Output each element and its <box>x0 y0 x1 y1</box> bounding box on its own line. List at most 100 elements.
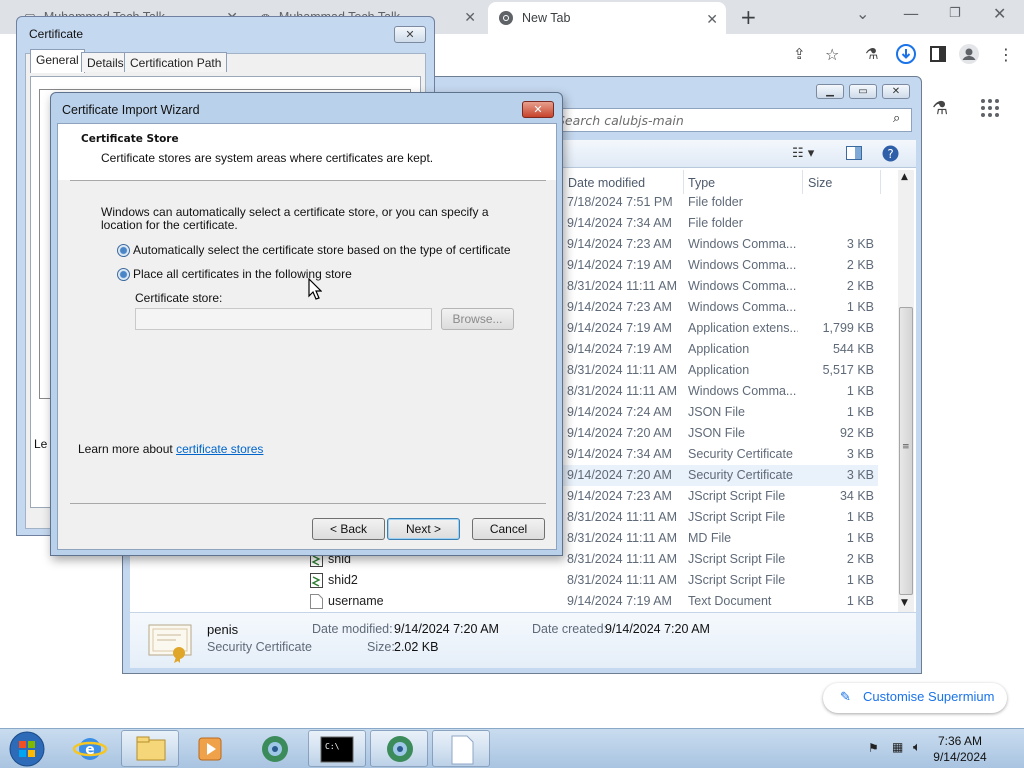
file-size: 1 KB <box>846 510 874 524</box>
profile-avatar-icon[interactable] <box>959 44 979 64</box>
file-size: 3 KB <box>846 447 874 461</box>
scrollbar-thumb[interactable]: ≡ <box>899 307 913 595</box>
minimize-icon[interactable]: — <box>903 4 919 23</box>
file-date: 8/31/2024 11:11 AM <box>567 279 678 293</box>
file-type: JSON File <box>688 405 745 419</box>
file-type: Windows Comma... <box>688 384 797 398</box>
file-type: Security Certificate <box>688 468 793 482</box>
scroll-down-icon[interactable]: ▼ <box>901 598 908 608</box>
browse-button[interactable]: Browse... <box>441 308 514 330</box>
customise-supermium-button[interactable]: ✎ Customise Supermium <box>823 683 1007 713</box>
close-button[interactable]: ✕ <box>394 26 426 43</box>
back-button[interactable]: < Back <box>312 518 385 540</box>
next-button[interactable]: Next > <box>387 518 460 540</box>
vertical-scrollbar[interactable]: ▲ ≡ ▼ <box>898 170 914 612</box>
file-type: JScript Script File <box>688 510 786 524</box>
file-type: JSON File <box>688 426 745 440</box>
file-size: 2 KB <box>846 279 874 293</box>
file-type: Windows Comma... <box>688 258 797 272</box>
tab-close-icon[interactable]: ✕ <box>706 11 718 28</box>
search-icon: ⌕ <box>893 111 901 126</box>
file-type: MD File <box>688 531 732 545</box>
file-size: 3 KB <box>846 237 874 251</box>
file-size: 5,517 KB <box>822 363 874 377</box>
radio-auto-select-label[interactable]: Automatically select the certificate sto… <box>133 243 511 257</box>
file-size: 1,799 KB <box>822 321 874 335</box>
restore-icon[interactable]: ❐ <box>949 6 961 21</box>
file-date: 8/31/2024 11:11 AM <box>567 363 678 377</box>
flag-icon[interactable]: ⚑ <box>868 741 879 755</box>
file-size: 92 KB <box>839 426 874 440</box>
details-pane: penis Security Certificate Date modified… <box>130 612 916 668</box>
table-row[interactable]: username 9/14/2024 7:19 AM Text Document 1 … <box>306 591 878 612</box>
share-icon[interactable]: ⇪ <box>793 45 806 63</box>
maximize-button[interactable]: ▭ <box>849 84 877 99</box>
search-input[interactable]: Search calubjs-main <box>548 108 912 132</box>
document-icon[interactable] <box>432 730 490 767</box>
header-description: Certificate stores are system areas wher… <box>101 151 434 165</box>
lab-flask-icon[interactable]: ⚗ <box>932 98 948 119</box>
file-size: 544 KB <box>832 342 874 356</box>
file-type: File folder <box>688 216 743 230</box>
menu-kebab-icon[interactable]: ⋮ <box>998 45 1014 64</box>
file-date: 9/14/2024 7:23 AM <box>567 489 672 503</box>
file-size: 1 KB <box>846 573 874 587</box>
footer-separator <box>70 503 546 504</box>
apps-grid-icon[interactable] <box>980 98 1000 118</box>
network-icon[interactable]: ▦ <box>892 740 903 754</box>
customise-label: Customise Supermium <box>863 689 995 704</box>
clock-time: 7:36 AM <box>937 734 983 748</box>
radio-auto-select[interactable] <box>117 244 130 257</box>
command-prompt-icon[interactable]: C:\ <box>308 730 366 767</box>
file-type: Application <box>688 342 750 356</box>
column-date-modified[interactable]: Date modified <box>568 176 645 190</box>
column-type[interactable]: Type <box>688 176 715 190</box>
store-label: Certificate store: <box>135 291 223 305</box>
download-icon[interactable] <box>896 44 916 64</box>
tab-search-icon[interactable]: ⌄ <box>856 4 869 23</box>
preview-pane-icon[interactable] <box>846 146 862 160</box>
file-type: Text Document <box>688 594 772 608</box>
bookmark-star-icon[interactable]: ☆ <box>825 45 839 64</box>
close-button[interactable]: ✕ <box>522 101 554 118</box>
close-icon[interactable]: ✕ <box>993 4 1006 23</box>
start-button-icon[interactable] <box>8 730 46 768</box>
svg-text:e: e <box>85 742 95 758</box>
minimize-button[interactable]: ▁ <box>816 84 844 99</box>
column-size[interactable]: Size <box>808 176 832 190</box>
clock-date: 9/14/2024 <box>933 750 987 764</box>
file-size: 1 KB <box>846 384 874 398</box>
tab-certification-path[interactable]: Certification Path <box>124 52 228 72</box>
view-options-icon[interactable]: ☷ ▾ <box>792 146 814 161</box>
cancel-button[interactable]: Cancel <box>472 518 545 540</box>
file-date: 7/18/2024 7:51 PM <box>567 195 673 209</box>
svg-text:?: ? <box>887 147 893 161</box>
close-button[interactable]: ✕ <box>882 84 910 99</box>
supermium-browser-icon[interactable] <box>370 730 428 767</box>
wizard-header: Certificate Store Certificate stores are… <box>58 124 556 180</box>
system-clock[interactable]: 7:36 AM 9/14/2024 <box>920 733 1000 765</box>
internet-explorer-icon[interactable]: e <box>60 730 118 767</box>
browser-globe-icon[interactable] <box>245 730 303 767</box>
wizard-title: Certificate Import Wizard <box>62 103 200 117</box>
browser-tab-new-tab[interactable]: New Tab ✕ <box>488 2 726 34</box>
store-field[interactable] <box>135 308 432 330</box>
tab-close-icon[interactable]: ✕ <box>464 9 476 26</box>
tab-details[interactable]: Details <box>81 52 130 72</box>
file-type: Windows Comma... <box>688 300 797 314</box>
certificate-stores-link[interactable]: certificate stores <box>176 442 263 456</box>
tab-general[interactable]: General <box>30 49 85 73</box>
file-explorer-icon[interactable] <box>121 730 179 767</box>
radio-place-in-store[interactable] <box>117 268 130 281</box>
scroll-up-icon[interactable]: ▲ <box>901 172 908 182</box>
file-date: 8/31/2024 11:11 AM <box>567 531 678 545</box>
table-row[interactable]: shid2 8/31/2024 11:11 AM JScript Script Fi… <box>306 570 878 591</box>
new-tab-icon[interactable]: + <box>740 5 757 29</box>
lab-flask-icon[interactable]: ⚗ <box>865 45 878 63</box>
file-type: JScript Script File <box>688 552 786 566</box>
svg-text:C:\: C:\ <box>325 742 340 751</box>
media-player-icon[interactable] <box>182 730 240 767</box>
file-date: 9/14/2024 7:20 AM <box>567 468 672 482</box>
help-icon[interactable]: ? <box>882 145 899 162</box>
side-panel-icon[interactable] <box>930 46 946 62</box>
